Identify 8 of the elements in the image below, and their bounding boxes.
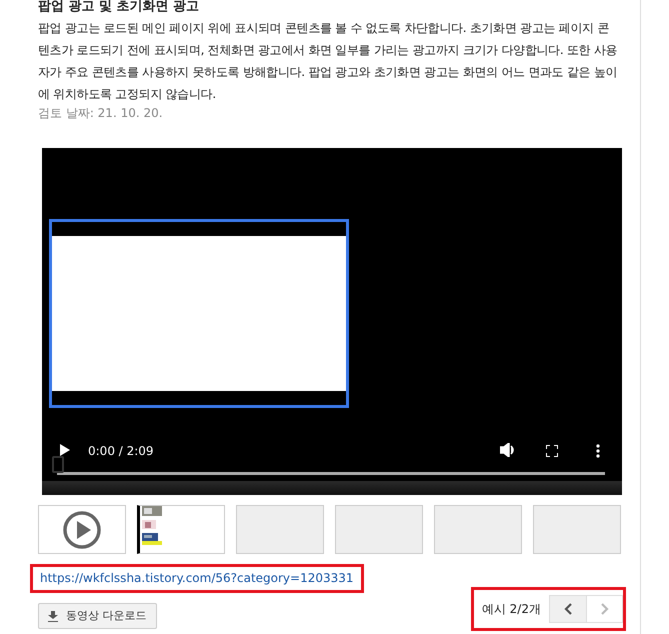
time-display: 0:00 / 2:09	[88, 443, 154, 460]
review-date: 검토 날짜: 21. 10. 20.	[38, 105, 164, 121]
source-link[interactable]: https://wkfclssha.tistory.com/56?category=1203331	[40, 571, 354, 586]
description-paragraph: 팝업 광고는 로드된 메인 페이지 위에 표시되며 콘텐츠를 볼 수 없도록 차단합니다. 초기화면 광고는 페이지 콘텐츠가 로드되기 전에 표시되며, 전체화면 광고에서 화면 일부를 가리는 광고까지 크기가 다양합니다. 또한 사용자가 주요 콘텐츠를 사용하지 못하도록 방해합니다. 팝업 광고와 초기화면 광고는 화면의 어느 면과도 같은 높이에 위치하도록 고정되지 않습니다.	[38, 20, 618, 103]
section-heading: 팝업 광고 및 초기화면 광고	[38, 0, 200, 14]
example-counter: 예시 2/2개	[482, 601, 541, 618]
video-player[interactable]: 0:00 / 2:09	[42, 148, 622, 495]
download-button[interactable]: 동영상 다운로드	[38, 603, 156, 629]
